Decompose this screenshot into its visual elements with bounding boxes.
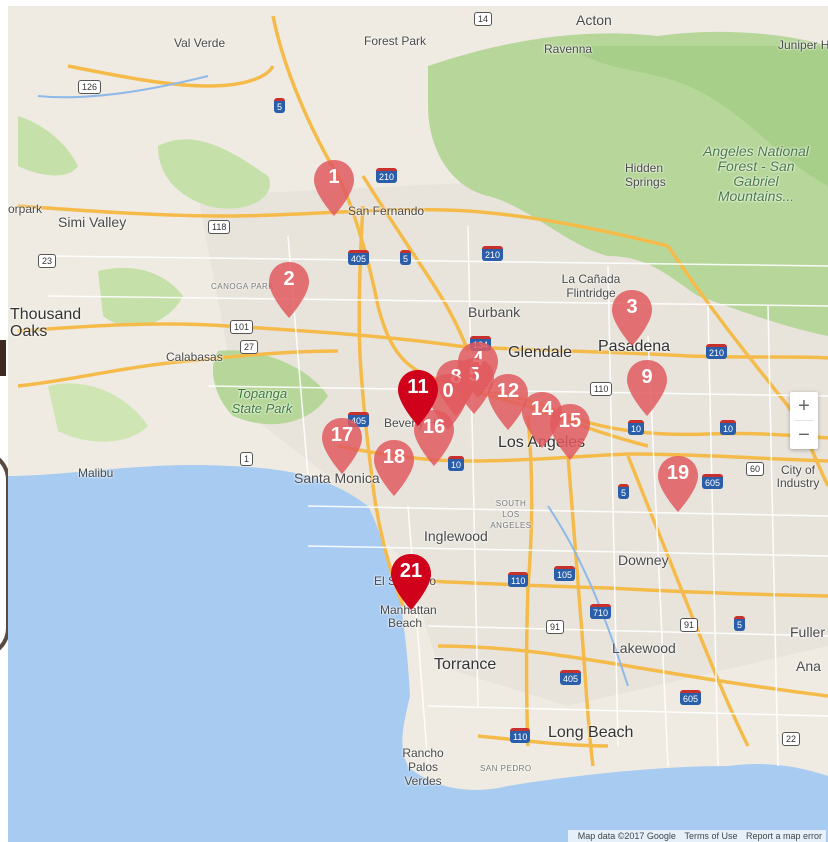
shield-101: 101: [230, 320, 254, 334]
marker-label: 3: [626, 296, 638, 318]
map-canvas[interactable]: Acton Val Verde Forest Park Ravenna Juni…: [8, 6, 828, 842]
map-marker-1[interactable]: 1: [312, 158, 356, 218]
shield-27: 27: [240, 340, 259, 354]
shield-91-east: 91: [680, 618, 699, 632]
page-left-edge: [0, 0, 10, 842]
place-hidden-springs: Hidden Springs: [625, 161, 666, 189]
shield-5-far-south: 5: [734, 616, 746, 631]
shield-710: 710: [590, 604, 612, 619]
marker-label: 19: [666, 462, 690, 484]
shield-5-mid: 5: [400, 250, 412, 265]
marker-label: 9: [641, 366, 653, 388]
place-torrance: Torrance: [434, 656, 497, 673]
map-marker-11[interactable]: 11: [396, 368, 440, 428]
marker-label: 1: [328, 166, 340, 188]
place-simi-valley: Simi Valley: [58, 214, 127, 230]
place-ravenna: Ravenna: [544, 42, 593, 56]
place-downey: Downey: [618, 552, 669, 568]
marker-label: 15: [558, 410, 582, 432]
shield-210-mid: 210: [482, 246, 504, 261]
place-angeles-national-forest: Angeles National Forest - San Gabriel Mo…: [703, 143, 809, 204]
shield-91-west: 91: [546, 620, 565, 634]
shield-5-north: 5: [274, 98, 286, 113]
shield-1: 1: [240, 452, 254, 466]
map-marker-2[interactable]: 2: [267, 260, 311, 320]
zoom-control: + −: [790, 392, 818, 449]
shield-110-north: 110: [590, 382, 613, 396]
place-fullerton: Fuller: [790, 624, 826, 640]
shield-105: 105: [554, 566, 576, 581]
place-san-pedro: SAN PEDRO: [480, 764, 532, 773]
shield-14: 14: [474, 12, 493, 26]
shield-22: 22: [782, 732, 801, 746]
place-juniper-hills: Juniper H: [778, 38, 828, 52]
map-marker-3[interactable]: 3: [610, 288, 654, 348]
shield-5-south: 5: [618, 484, 630, 499]
shield-60: 60: [746, 462, 765, 476]
marker-label: 11: [407, 376, 429, 398]
place-rancho-palos-verdes: Rancho Palos Verdes: [402, 746, 444, 788]
shield-405-north: 405: [348, 250, 370, 265]
place-city-of-industry: City of Industry: [776, 463, 820, 490]
marker-label: 2: [283, 268, 295, 290]
place-forest-park: Forest Park: [364, 34, 427, 48]
map-marker-9[interactable]: 9: [625, 358, 669, 418]
place-burbank: Burbank: [468, 304, 521, 320]
place-thousand-oaks: Thousand Oaks: [10, 306, 82, 340]
shield-23: 23: [38, 254, 57, 268]
shield-210-east: 210: [706, 344, 728, 359]
map-marker-19[interactable]: 19: [656, 454, 700, 514]
place-anaheim: Ana: [796, 658, 821, 674]
place-moorpark: orpark: [8, 202, 43, 216]
left-edge-image-strip: [0, 340, 6, 376]
marker-label: 17: [330, 424, 354, 446]
place-san-fernando: San Fernando: [348, 204, 425, 218]
shield-10-far-east: 10: [720, 420, 737, 435]
shield-110-mid: 110: [508, 572, 529, 587]
terms-of-use-link[interactable]: Terms of Use: [684, 831, 737, 841]
place-glendale: Glendale: [508, 344, 573, 361]
map-marker-18[interactable]: 18: [372, 438, 416, 498]
place-calabasas: Calabasas: [166, 350, 223, 364]
map-data-credit: Map data ©2017 Google: [577, 831, 676, 841]
map-marker-17[interactable]: 17: [320, 416, 364, 476]
place-lakewood: Lakewood: [612, 640, 676, 656]
map-marker-15[interactable]: 15: [548, 402, 592, 462]
shield-210-west: 210: [376, 168, 398, 183]
place-south-los-angeles: SOUTH LOS ANGELES: [490, 499, 532, 530]
shield-405-south: 405: [560, 670, 582, 685]
shield-118: 118: [208, 220, 231, 234]
map-attribution: Map data ©2017 Google Terms of Use Repor…: [567, 830, 826, 842]
shield-126: 126: [78, 80, 102, 94]
place-inglewood: Inglewood: [424, 528, 488, 544]
shield-605-north: 605: [702, 474, 724, 489]
place-long-beach: Long Beach: [548, 724, 634, 741]
place-acton: Acton: [576, 12, 612, 28]
place-canoga-park: CANOGA PARK: [211, 282, 275, 291]
marker-label: 21: [399, 560, 423, 582]
shield-10-east: 10: [628, 420, 645, 435]
map-marker-21[interactable]: 21: [389, 552, 433, 612]
place-val-verde: Val Verde: [174, 36, 226, 50]
report-map-error-link[interactable]: Report a map error: [746, 831, 822, 841]
place-malibu: Malibu: [78, 466, 114, 480]
shield-605-south: 605: [680, 690, 702, 705]
shield-110-south: 110: [510, 728, 531, 743]
place-topanga-state-park: Topanga State Park: [231, 386, 293, 416]
zoom-out-button[interactable]: −: [790, 421, 818, 449]
marker-label: 18: [382, 446, 406, 468]
zoom-in-button[interactable]: +: [790, 392, 818, 420]
